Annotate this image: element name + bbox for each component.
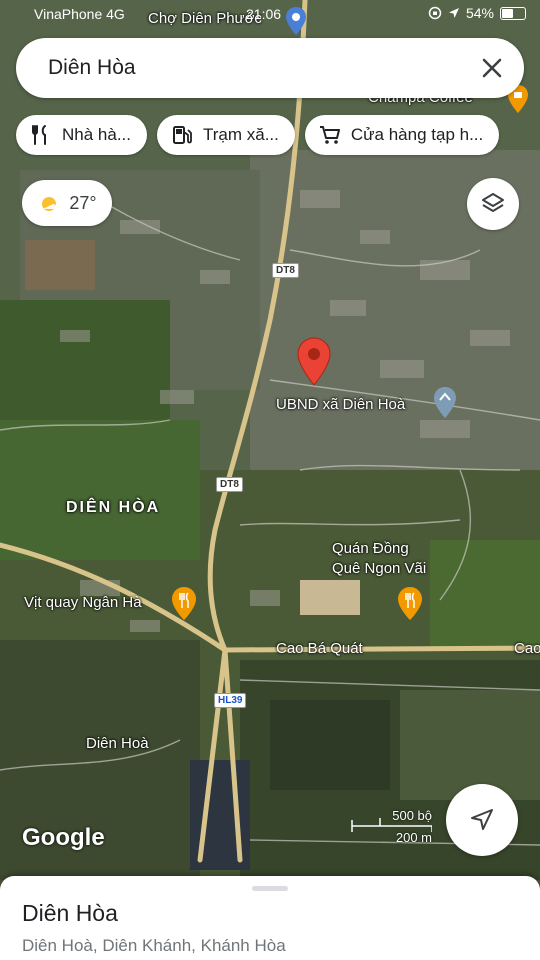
layers-icon <box>482 193 504 212</box>
chip-restaurants[interactable]: Nhà hà... <box>16 115 147 155</box>
search-query[interactable]: Diên Hòa <box>48 56 136 80</box>
poi-label-quan-dong-que-1[interactable]: Quán Đồng <box>332 540 409 557</box>
clock: 21:06 <box>246 6 282 22</box>
poi-label-vit-quay[interactable]: Vịt quay Ngân Hà <box>24 594 142 611</box>
place-sheet[interactable]: Diên Hòa Diên Hoà, Diên Khánh, Khánh Hòa <box>0 876 540 960</box>
layers-button[interactable] <box>467 178 519 230</box>
road-shield-hl39: HL39 <box>214 693 247 708</box>
sun-icon <box>42 197 58 211</box>
close-icon[interactable] <box>478 54 506 82</box>
search-bar[interactable]: Diên Hòa <box>16 38 524 98</box>
shopping-cart-icon <box>319 126 340 144</box>
category-chips: Nhà hà... Trạm xă... Cửa hàng tạp h... <box>16 115 500 155</box>
status-bar: VinaPhone 4G 21:06 54% <box>0 0 540 30</box>
location-pin-icon[interactable] <box>297 337 331 387</box>
scale-bar: 500 bộ 200 m <box>350 808 432 845</box>
restaurant-pin-icon[interactable] <box>396 586 424 622</box>
road-label-cao-right: Cao <box>514 640 540 657</box>
scale-metric: 200 m <box>395 830 432 845</box>
restaurant-pin-icon[interactable] <box>170 586 198 622</box>
road-shield-dt8-mid: DT8 <box>216 477 243 492</box>
temperature: 27° <box>69 192 97 213</box>
poi-label-ubnd[interactable]: UBND xã Diên Hoà <box>276 396 405 413</box>
battery-percent: 54% <box>465 5 494 21</box>
drag-handle[interactable] <box>252 886 288 891</box>
chip-label: Trạm xă... <box>203 125 279 144</box>
battery-fill <box>502 8 513 18</box>
rotation-lock-icon <box>428 6 442 20</box>
battery-icon <box>500 6 526 20</box>
chip-label: Nhà hà... <box>62 125 131 144</box>
gas-station-icon <box>173 126 192 144</box>
road-shield-dt8-top: DT8 <box>272 263 299 278</box>
poi-label-quan-dong-que-2[interactable]: Quê Ngon Vãi <box>332 560 426 577</box>
weather-badge[interactable]: 27° <box>22 180 112 226</box>
place-address: Diên Hoà, Diên Khánh, Khánh Hòa <box>22 936 286 955</box>
navigation-arrow-icon <box>471 809 493 830</box>
place-title: Diên Hòa <box>22 900 118 926</box>
chip-gas-stations[interactable]: Trạm xă... <box>157 115 295 155</box>
chip-label: Cửa hàng tạp h... <box>350 125 484 144</box>
government-pin-icon[interactable] <box>432 386 458 420</box>
scale-imperial: 500 bộ <box>392 808 432 823</box>
chip-grocery[interactable]: Cửa hàng tạp h... <box>304 115 500 155</box>
restaurant-icon <box>32 125 46 145</box>
my-location-button[interactable] <box>446 784 518 856</box>
status-right: 54% <box>428 5 526 21</box>
carrier: VinaPhone 4G <box>34 6 125 22</box>
location-arrow-icon <box>448 8 459 18</box>
google-logo: Google <box>22 824 105 851</box>
area-label-dien-hoa: DIÊN HÒA <box>66 499 161 516</box>
road-label-cao-ba-quat: Cao Bá Quát <box>276 640 363 657</box>
area-label-dien-hoa-small: Diên Hoà <box>86 735 149 752</box>
